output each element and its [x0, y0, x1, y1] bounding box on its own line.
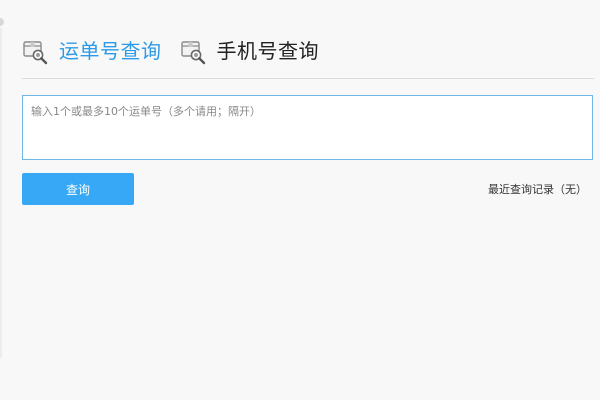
tab-phone-query-label: 手机号查询: [216, 39, 319, 63]
express-query-page: 运单号查询 手机号查询 查询 最近查询记录（无）: [0, 0, 600, 400]
waybill-number-input[interactable]: [22, 95, 593, 160]
window-edge-shadow: [0, 28, 2, 358]
query-button[interactable]: 查询: [22, 173, 134, 205]
query-mode-tabs: 运单号查询 手机号查询: [22, 34, 337, 68]
tab-phone-query[interactable]: 手机号查询: [180, 34, 320, 68]
tab-waybill-query[interactable]: 运单号查询: [22, 34, 162, 68]
recent-records-link[interactable]: 最近查询记录（无）: [488, 181, 587, 197]
package-search-icon: [23, 40, 48, 64]
tab-waybill-query-label: 运单号查询: [59, 39, 162, 63]
window-edge-notch: [0, 18, 4, 26]
header-divider: [22, 78, 594, 79]
package-search-icon: [180, 40, 205, 64]
